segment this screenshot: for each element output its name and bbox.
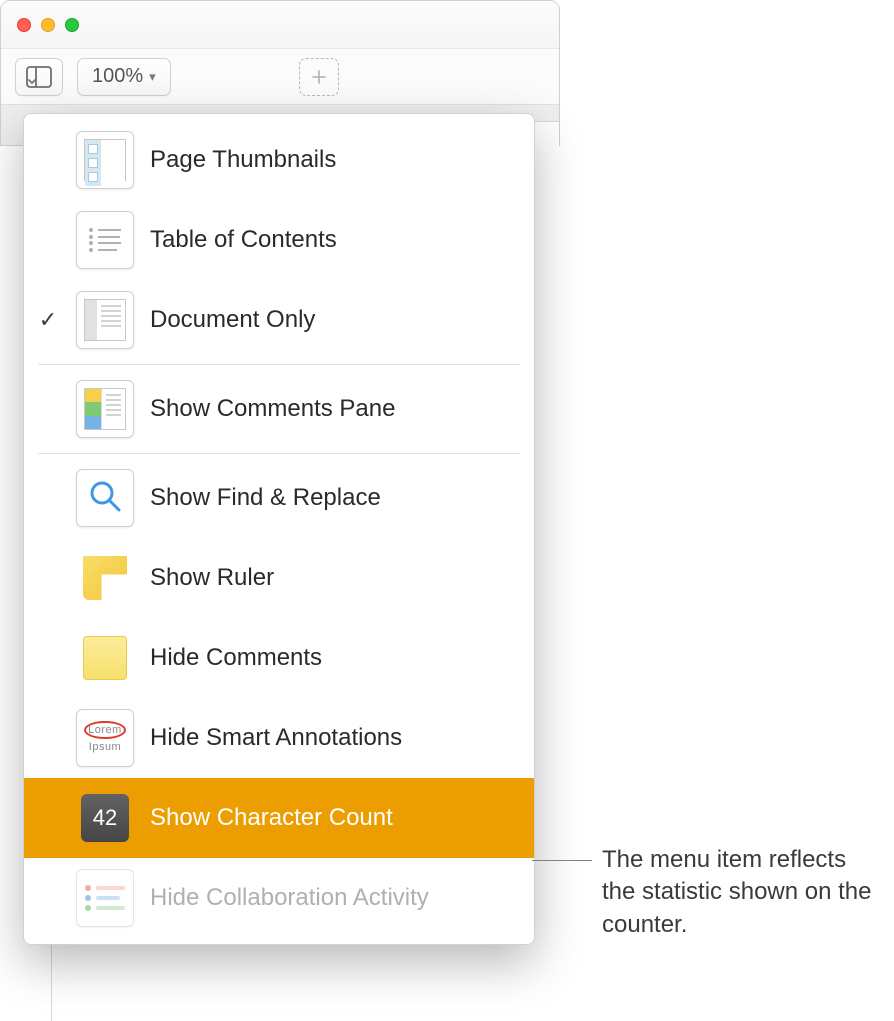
comments-pane-icon xyxy=(76,380,134,438)
traffic-lights xyxy=(17,18,79,32)
menu-item-label: Show Comments Pane xyxy=(150,395,395,423)
zoom-window-button[interactable] xyxy=(65,18,79,32)
zoom-value: 100% xyxy=(92,65,143,88)
menu-item-label: Show Find & Replace xyxy=(150,484,381,512)
plus-icon xyxy=(310,68,328,86)
add-page-button[interactable] xyxy=(299,58,339,96)
menu-item-label: Table of Contents xyxy=(150,226,337,254)
minimize-window-button[interactable] xyxy=(41,18,55,32)
menu-item-label: Show Ruler xyxy=(150,564,274,592)
close-window-button[interactable] xyxy=(17,18,31,32)
menu-item-hide-collaboration-activity: Hide Collaboration Activity xyxy=(24,858,534,938)
menu-item-label: Hide Collaboration Activity xyxy=(150,884,429,912)
chevron-down-icon: ▾ xyxy=(149,69,156,85)
menu-item-show-ruler[interactable]: Show Ruler xyxy=(24,538,534,618)
menu-item-page-thumbnails[interactable]: Page Thumbnails xyxy=(24,120,534,200)
menu-item-label: Page Thumbnails xyxy=(150,146,336,174)
character-count-icon: 42 xyxy=(76,794,134,842)
menu-item-hide-comments[interactable]: Hide Comments xyxy=(24,618,534,698)
menu-item-table-of-contents[interactable]: Table of Contents xyxy=(24,200,534,280)
callout-leader-line xyxy=(532,860,592,861)
view-menu: Page Thumbnails Table of Contents ✓ Docu… xyxy=(23,113,535,945)
find-replace-icon xyxy=(76,469,134,527)
menu-separator xyxy=(38,364,520,365)
menu-item-label: Show Character Count xyxy=(150,804,393,832)
checkmark-icon: ✓ xyxy=(39,307,57,333)
menu-item-label: Hide Comments xyxy=(150,644,322,672)
menu-item-show-comments-pane[interactable]: Show Comments Pane xyxy=(24,369,534,449)
app-window: 100% ▾ Page Thumbnails xyxy=(0,0,560,146)
view-menu-button[interactable] xyxy=(15,58,63,96)
smart-annotations-icon: LoremIpsum xyxy=(76,709,134,767)
menu-separator xyxy=(38,453,520,454)
ruler-icon xyxy=(76,549,134,607)
note-icon xyxy=(76,636,134,680)
menu-item-hide-smart-annotations[interactable]: LoremIpsum Hide Smart Annotations xyxy=(24,698,534,778)
table-of-contents-icon xyxy=(76,211,134,269)
menu-item-document-only[interactable]: ✓ Document Only xyxy=(24,280,534,360)
window-titlebar xyxy=(1,1,559,49)
sidebar-icon xyxy=(26,66,52,88)
zoom-dropdown[interactable]: 100% ▾ xyxy=(77,58,171,96)
callout-text: The menu item reflects the statistic sho… xyxy=(602,844,882,941)
menu-item-label: Document Only xyxy=(150,306,315,334)
menu-item-show-find-replace[interactable]: Show Find & Replace xyxy=(24,458,534,538)
collaboration-activity-icon xyxy=(76,869,134,927)
menu-item-show-character-count[interactable]: 42 Show Character Count xyxy=(24,778,534,858)
toolbar: 100% ▾ xyxy=(1,49,559,105)
menu-item-label: Hide Smart Annotations xyxy=(150,724,402,752)
document-only-icon xyxy=(76,291,134,349)
page-thumbnails-icon xyxy=(76,131,134,189)
